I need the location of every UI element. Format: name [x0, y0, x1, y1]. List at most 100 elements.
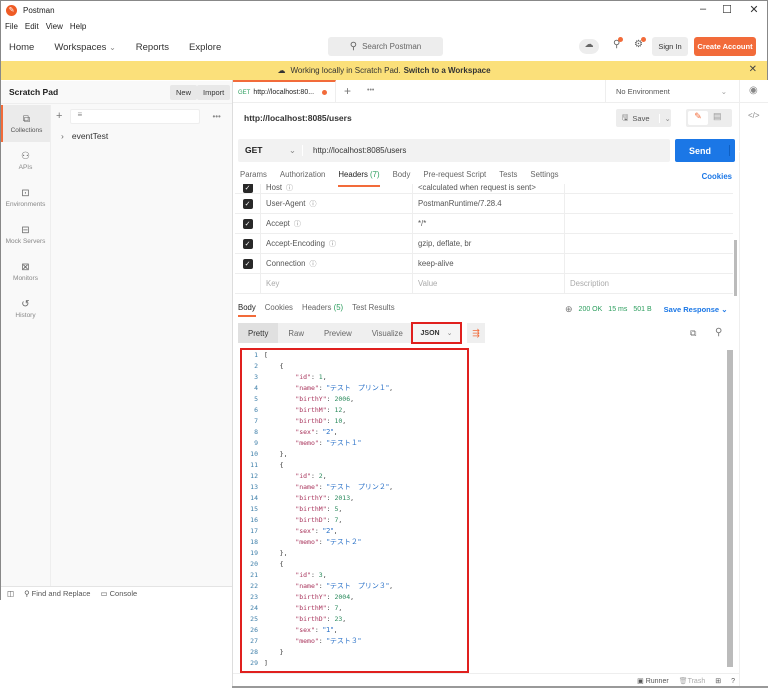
- sidebar-item-mock-servers[interactable]: ⊟ Mock Servers: [1, 216, 50, 253]
- code-line: 26 "sex": "1",: [242, 625, 467, 636]
- menu-edit[interactable]: Edit: [25, 22, 39, 31]
- format-select[interactable]: JSON ⌄: [411, 322, 462, 344]
- header-checkbox[interactable]: ✓: [235, 213, 261, 234]
- send-dropdown-icon[interactable]: ⌄: [729, 145, 745, 156]
- response-body[interactable]: 1[2 {3 "id": 1, 4 "name": "テスト プリン１", 5 "b…: [240, 348, 469, 673]
- code-text: {: [264, 559, 284, 570]
- new-value-input[interactable]: Value: [413, 273, 565, 294]
- console-button[interactable]: ▭ Console: [100, 589, 137, 598]
- nav-reports[interactable]: Reports: [136, 42, 169, 53]
- response-scrollbar[interactable]: [727, 350, 733, 667]
- nav-workspaces[interactable]: Workspaces ⌄: [54, 42, 115, 53]
- view-visualize[interactable]: Visualize: [362, 323, 413, 343]
- sidebar-item-apis[interactable]: ⚇ APIs: [1, 142, 50, 179]
- save-response-button[interactable]: Save Response ⌄: [664, 305, 728, 314]
- create-account-button[interactable]: Create Account: [694, 37, 756, 56]
- header-checkbox[interactable]: ✓: [235, 184, 261, 194]
- runner-button[interactable]: ▣ Runner: [637, 677, 669, 685]
- help-icon[interactable]: ?: [731, 678, 735, 685]
- response-tab-headers[interactable]: Headers (5): [302, 303, 343, 317]
- environment-selector[interactable]: No Environment ⌄: [605, 80, 739, 103]
- method-select[interactable]: GET ⌄: [238, 145, 303, 156]
- json-punct: ,: [322, 472, 327, 480]
- settings-gear-icon[interactable]: ⚙: [634, 37, 646, 50]
- new-tab-icon[interactable]: +: [344, 84, 351, 98]
- nav-explore[interactable]: Explore: [189, 42, 221, 53]
- import-button[interactable]: Import: [197, 85, 231, 100]
- save-button[interactable]: 🖫 Save ⌄: [616, 109, 671, 127]
- tab-options-icon[interactable]: •••: [367, 87, 374, 94]
- code-line: 22 "name": "テスト プリン３",: [242, 581, 467, 592]
- response-size[interactable]: 501 B: [633, 306, 651, 313]
- environment-quick-look-icon[interactable]: ◉: [749, 85, 758, 96]
- code-icon[interactable]: </>: [748, 111, 760, 120]
- close-window-button[interactable]: ✕: [739, 3, 768, 16]
- response-tab-body[interactable]: Body: [238, 303, 256, 317]
- json-punct: [264, 505, 295, 513]
- copy-icon[interactable]: ⧉: [690, 328, 696, 339]
- code-line: 19 },: [242, 548, 467, 559]
- view-pretty[interactable]: Pretty: [238, 323, 279, 343]
- header-checkbox[interactable]: ✓: [235, 233, 261, 254]
- sidebar-item-environments[interactable]: ⊡ Environments: [1, 179, 50, 216]
- new-description-input[interactable]: Description: [565, 279, 733, 288]
- sign-in-button[interactable]: Sign In: [652, 37, 688, 56]
- json-punct: :: [318, 582, 327, 590]
- new-key-input[interactable]: Key: [261, 273, 413, 294]
- menu-help[interactable]: Help: [70, 22, 86, 31]
- sidebar-item-history[interactable]: ↺ History: [1, 290, 50, 327]
- switch-workspace-link[interactable]: Switch to a Workspace: [404, 66, 491, 75]
- find-replace-button[interactable]: ⚲ Find and Replace: [24, 589, 90, 598]
- json-punct: :: [314, 527, 323, 535]
- header-checkbox[interactable]: ✓: [235, 253, 261, 274]
- more-options-icon[interactable]: •••: [212, 112, 220, 121]
- code-text: "birthD": 10,: [264, 416, 346, 427]
- close-banner-icon[interactable]: ✕: [749, 64, 757, 75]
- send-button[interactable]: Send ⌄: [675, 139, 745, 162]
- save-dropdown-icon[interactable]: ⌄: [658, 113, 671, 123]
- documentation-icon[interactable]: ▤: [713, 111, 722, 122]
- header-checkbox[interactable]: ✓: [235, 193, 261, 214]
- headers-scrollbar[interactable]: [734, 240, 737, 296]
- sidebar-item-monitors[interactable]: ⊠ Monitors: [1, 253, 50, 290]
- menu-file[interactable]: File: [5, 22, 18, 31]
- filter-input[interactable]: ≡: [70, 108, 201, 124]
- maximize-button[interactable]: ☐: [712, 3, 742, 16]
- cookies-link[interactable]: Cookies: [702, 172, 732, 181]
- nav-home[interactable]: Home: [9, 42, 34, 53]
- json-string: "テスト プリン１": [326, 384, 390, 392]
- collection-item[interactable]: › eventTest: [61, 131, 108, 141]
- header-key-text: Connection: [266, 259, 306, 268]
- url-input[interactable]: http://localhost:8085/users: [303, 146, 406, 155]
- new-button[interactable]: New: [170, 85, 198, 100]
- response-time[interactable]: 15 ms: [608, 306, 627, 313]
- sidebar-item-collections[interactable]: ⧉ Collections: [1, 105, 50, 142]
- add-collection-icon[interactable]: +: [56, 110, 62, 122]
- checkbox-checked-icon: ✓: [242, 218, 253, 229]
- json-punct: [264, 626, 295, 634]
- menu-view[interactable]: View: [46, 22, 63, 31]
- json-punct: ,: [342, 417, 347, 425]
- globe-icon[interactable]: ⊕: [565, 304, 573, 315]
- wrap-lines-icon[interactable]: ⇶: [467, 323, 485, 343]
- json-string: "テスト プリン３": [326, 582, 390, 590]
- code-line: 24 "birthM": 7,: [242, 603, 467, 614]
- status-badge[interactable]: 200 OK: [579, 306, 603, 313]
- line-number: 21: [250, 571, 258, 579]
- response-tab-test-results[interactable]: Test Results: [352, 303, 394, 317]
- view-preview[interactable]: Preview: [314, 323, 362, 343]
- search-response-icon[interactable]: ⚲: [715, 327, 722, 338]
- json-punct: :: [314, 626, 323, 634]
- code-line: 27 "memo": "テスト３": [242, 636, 467, 647]
- sync-cloud-icon[interactable]: ☁: [579, 39, 599, 54]
- toggle-sidebar-icon[interactable]: ◫: [7, 589, 14, 598]
- view-raw[interactable]: Raw: [278, 323, 314, 343]
- response-tabs: Body Cookies Headers (5) Test Results: [238, 303, 395, 317]
- trash-button[interactable]: 🗑Trash: [679, 677, 706, 685]
- edit-pencil-icon[interactable]: ✎: [688, 111, 708, 125]
- satellite-icon[interactable]: ⚲: [613, 37, 624, 50]
- response-tab-cookies[interactable]: Cookies: [265, 303, 293, 317]
- search-input[interactable]: ⚲ Search Postman: [328, 37, 443, 56]
- request-tab[interactable]: GET http://localhost:80...: [233, 80, 336, 103]
- two-pane-view-icon[interactable]: ⊞: [715, 677, 721, 685]
